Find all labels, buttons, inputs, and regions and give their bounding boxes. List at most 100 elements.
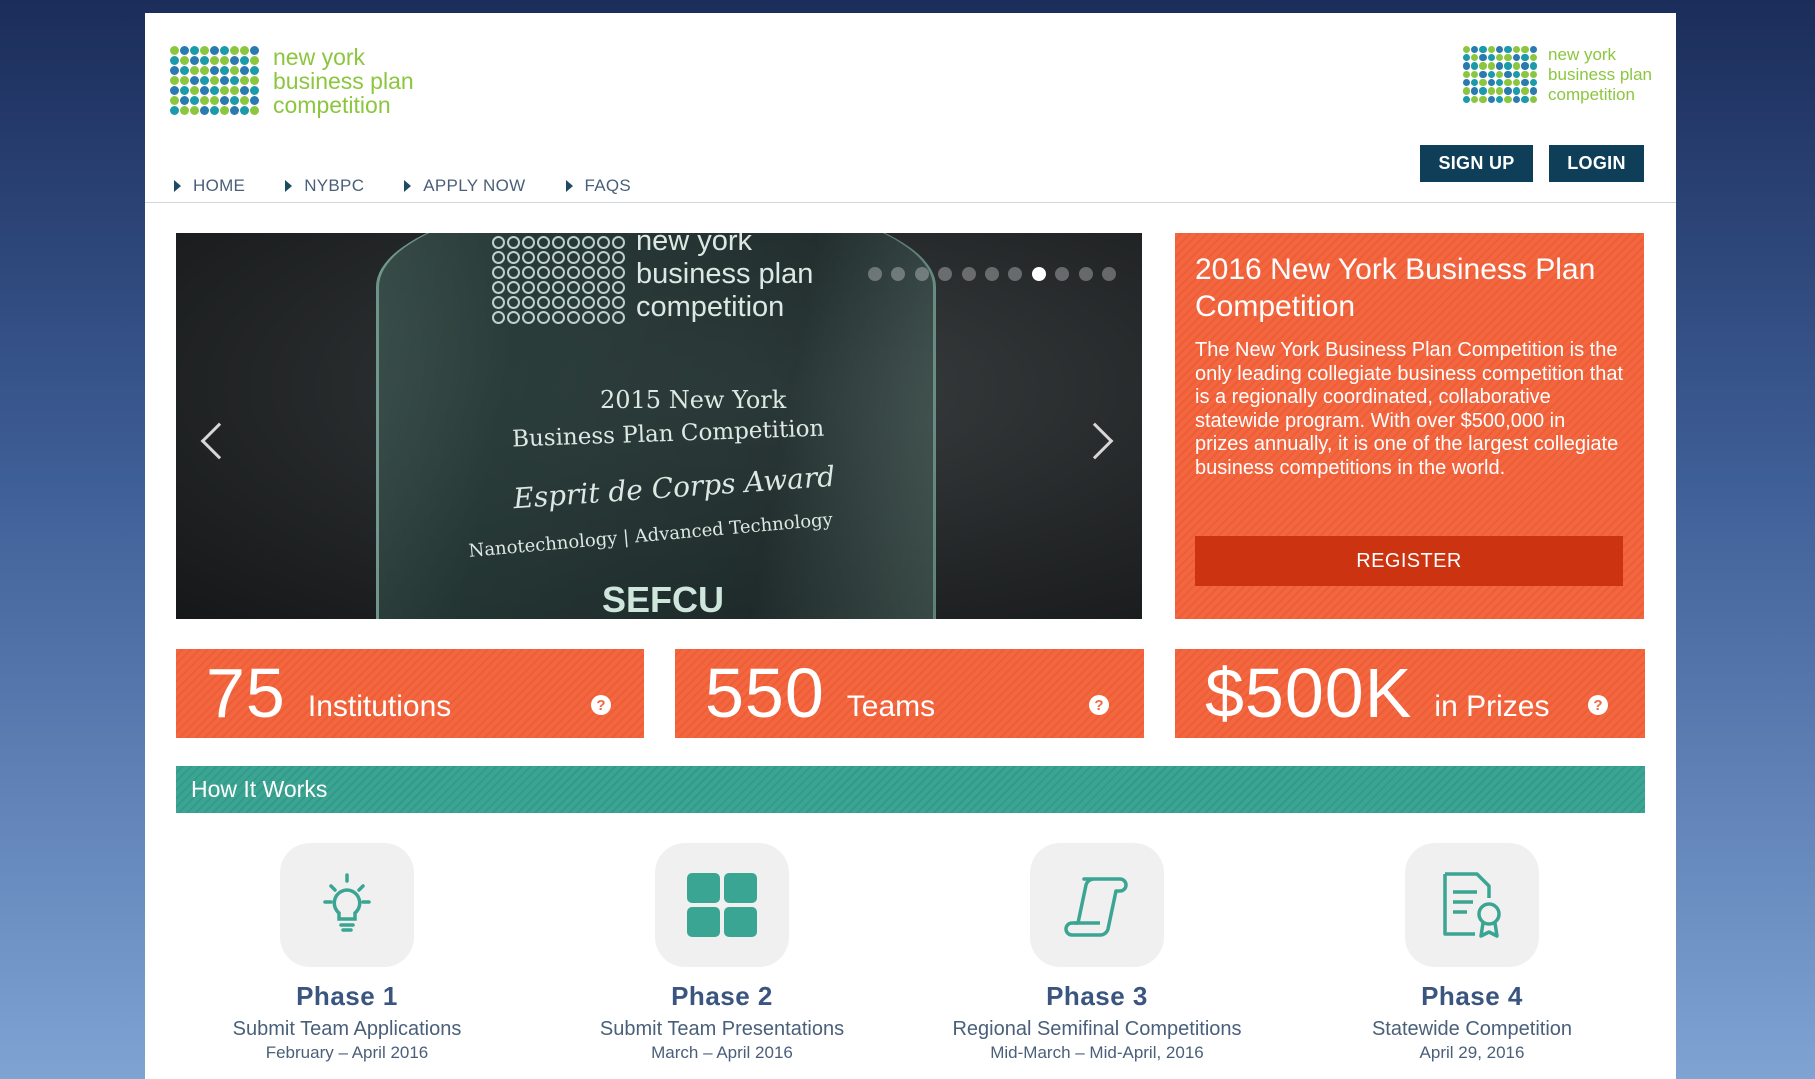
logo-dot <box>1512 45 1521 53</box>
logo-dot <box>1504 87 1512 95</box>
site-logo[interactable]: new york business plan competition <box>169 45 414 117</box>
slide-logo-dot <box>522 251 535 264</box>
register-button[interactable]: REGISTER <box>1195 536 1623 586</box>
logo-dot <box>1512 79 1521 87</box>
logo-dot <box>219 105 229 115</box>
logo-dot <box>229 85 239 95</box>
logo-dot <box>1470 79 1479 87</box>
sign-up-button[interactable]: SIGN UP <box>1420 145 1533 182</box>
carousel-indicator[interactable] <box>938 267 953 281</box>
logo-dot <box>219 85 229 95</box>
logo-dot <box>239 45 249 55</box>
logo-text: new york business plan competition <box>1548 45 1652 105</box>
carousel-indicator[interactable] <box>1008 267 1023 281</box>
slide-logo-line: new york <box>636 233 753 257</box>
phase-1: Phase 1 Submit Team Applications Februar… <box>187 843 507 1063</box>
grid-icon <box>655 843 789 967</box>
secondary-logo: new york business plan competition <box>1462 45 1652 105</box>
help-icon[interactable]: ? <box>591 695 611 715</box>
phase-desc: Submit Team Applications <box>232 1018 462 1040</box>
phase-title: Phase 1 <box>296 981 398 1011</box>
slide-logo-dot <box>492 281 505 294</box>
logo-dot <box>1496 45 1504 53</box>
logo-dot <box>169 85 179 95</box>
stat-number: $500K <box>1205 654 1413 732</box>
phase-title: Phase 4 <box>1421 981 1523 1011</box>
logo-dot <box>209 65 219 75</box>
slide-logo-dot <box>582 296 595 309</box>
slide-logo-dot <box>612 251 625 264</box>
logo-dot <box>189 65 199 75</box>
logo-dot <box>1512 53 1521 62</box>
logo-dot <box>1487 95 1496 104</box>
logo-dot <box>199 85 209 95</box>
help-icon[interactable]: ? <box>1588 695 1608 715</box>
slide-logo-dot <box>582 281 595 294</box>
logo-dot <box>1512 95 1521 104</box>
carousel-indicator[interactable] <box>1031 267 1046 281</box>
carousel-indicator[interactable] <box>1078 267 1093 281</box>
logo-dot <box>209 45 219 55</box>
carousel-indicator[interactable] <box>961 267 976 281</box>
prev-slide-icon[interactable] <box>200 422 238 460</box>
slide-logo-dot <box>582 311 595 324</box>
logo-dot <box>1487 53 1496 62</box>
slide-logo-dot <box>507 236 520 249</box>
slide-logo-dot <box>492 311 505 324</box>
logo-dot <box>1529 45 1538 53</box>
logo-dot <box>229 55 239 65</box>
logo-line-1: new york <box>1548 45 1617 64</box>
carousel-indicator[interactable] <box>1101 267 1116 281</box>
phase-2: Phase 2 Submit Team Presentations March … <box>562 843 882 1063</box>
logo-dot <box>209 105 219 115</box>
slide-logo-dot <box>522 266 535 279</box>
slide-logo-dot <box>612 311 625 324</box>
caret-right-icon <box>565 180 573 192</box>
logo-dot <box>199 105 209 115</box>
logo-dot <box>1496 95 1504 104</box>
stat-number: 75 <box>206 654 286 732</box>
logo-line-3: competition <box>273 92 391 118</box>
slide-logo-dot <box>582 266 595 279</box>
login-button[interactable]: LOGIN <box>1549 145 1644 182</box>
logo-dot <box>209 85 219 95</box>
slide-logo-dot <box>537 266 550 279</box>
logo-dot <box>1496 79 1504 87</box>
help-icon[interactable]: ? <box>1089 695 1109 715</box>
logo-dot <box>169 105 179 115</box>
logo-dot <box>1487 45 1496 53</box>
nav-label: HOME <box>193 176 246 195</box>
logo-dot <box>189 85 199 95</box>
carousel-indicator[interactable] <box>984 267 999 281</box>
slide-logo-dot <box>597 281 610 294</box>
slide-logo-dot <box>507 266 520 279</box>
phase-date: April 29, 2016 <box>1419 1043 1525 1062</box>
stat-label: in Prizes <box>1434 689 1550 723</box>
phase-date: Mid-March – Mid-April, 2016 <box>990 1043 1204 1062</box>
image-carousel[interactable]: new york business plan competition 2015 … <box>176 233 1142 619</box>
carousel-indicator[interactable] <box>868 267 882 281</box>
next-slide-icon[interactable] <box>1076 422 1114 460</box>
nav-item-home[interactable]: HOME <box>174 176 245 196</box>
logo-dot <box>1521 45 1529 53</box>
carousel-indicator[interactable] <box>914 267 929 281</box>
stat-label: Institutions <box>307 689 452 723</box>
logo-dots-icon <box>169 45 261 115</box>
nav-item-faqs[interactable]: FAQS <box>565 176 632 196</box>
phase-desc: Regional Semifinal Competitions <box>952 1018 1242 1040</box>
logo-dot <box>1529 62 1538 70</box>
carousel-indicator[interactable] <box>1055 267 1070 281</box>
promo-body: The New York Business Plan Competition i… <box>1195 339 1624 479</box>
nav-item-apply-now[interactable]: APPLY NOW <box>404 176 525 196</box>
phase-desc: Submit Team Presentations <box>599 1018 845 1040</box>
logo-dot <box>1529 79 1538 87</box>
slide-logo-dot <box>567 311 580 324</box>
slide-logo-dot <box>612 296 625 309</box>
slide-logo-dot <box>522 296 535 309</box>
carousel-indicator[interactable] <box>891 267 906 281</box>
logo-dot <box>209 55 219 65</box>
logo-dot <box>199 95 209 105</box>
nav-item-nybpc[interactable]: NYBPC <box>285 176 364 196</box>
logo-dot <box>239 75 249 85</box>
logo-dot <box>229 45 239 55</box>
